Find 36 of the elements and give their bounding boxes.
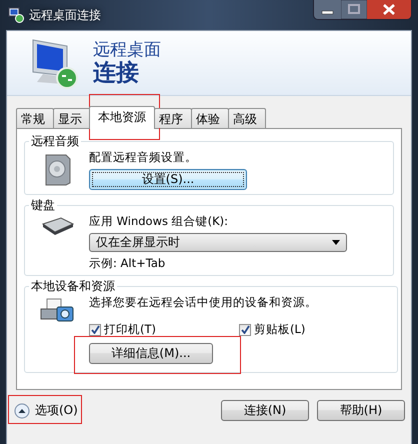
group-title: 远程音频 — [30, 133, 80, 150]
tab[interactable]: 程序 — [154, 108, 192, 128]
dropdown-arrow-icon — [332, 240, 340, 245]
options-label[interactable]: 选项(O) — [35, 402, 78, 419]
keyboard-icon — [41, 216, 75, 236]
minimize-button[interactable] — [314, 0, 341, 19]
details-button[interactable]: 详细信息(M)... — [89, 343, 213, 364]
group-title: 键盘 — [30, 197, 56, 214]
window-title: 远程桌面连接 — [29, 6, 102, 24]
tab[interactable]: 常规 — [16, 108, 54, 128]
tab[interactable]: 本地资源 — [89, 106, 155, 129]
dropdown-value: 仅在全屏显示时 — [96, 234, 180, 251]
group-title: 本地设备和资源 — [30, 278, 116, 295]
help-button[interactable]: 帮助(H) — [317, 400, 405, 421]
dropdown[interactable]: 仅在全屏显示时 — [89, 233, 347, 252]
example-text: 示例: Alt+Tab — [89, 256, 166, 271]
settings-button[interactable]: 设置(S)... — [89, 169, 247, 190]
options-toggle[interactable]: 选项(O) — [14, 402, 78, 419]
maximize-button[interactable] — [341, 0, 367, 19]
description-text: 选择您要在远程会话中使用的设备和资源。 — [89, 295, 317, 310]
speaker-icon — [43, 152, 73, 186]
tab[interactable]: 显示 — [53, 108, 91, 128]
checkbox[interactable] — [89, 324, 101, 336]
header-title: 远程桌面 — [93, 40, 161, 60]
checkbox[interactable] — [239, 324, 251, 336]
close-button[interactable] — [367, 0, 411, 19]
collapse-icon — [14, 402, 30, 418]
checkbox-label: 剪贴板(L) — [254, 322, 306, 337]
checkbox-label: 打印机(T) — [104, 322, 156, 337]
field-label: 应用 Windows 组合键(K): — [89, 214, 228, 229]
header-subtitle: 连接 — [93, 60, 140, 86]
app-icon — [8, 7, 24, 23]
tab[interactable]: 体验 — [191, 108, 229, 128]
tab[interactable]: 高级 — [228, 108, 266, 128]
connect-button[interactable]: 连接(N) — [221, 400, 309, 421]
description-text: 配置远程音频设置。 — [89, 150, 197, 165]
